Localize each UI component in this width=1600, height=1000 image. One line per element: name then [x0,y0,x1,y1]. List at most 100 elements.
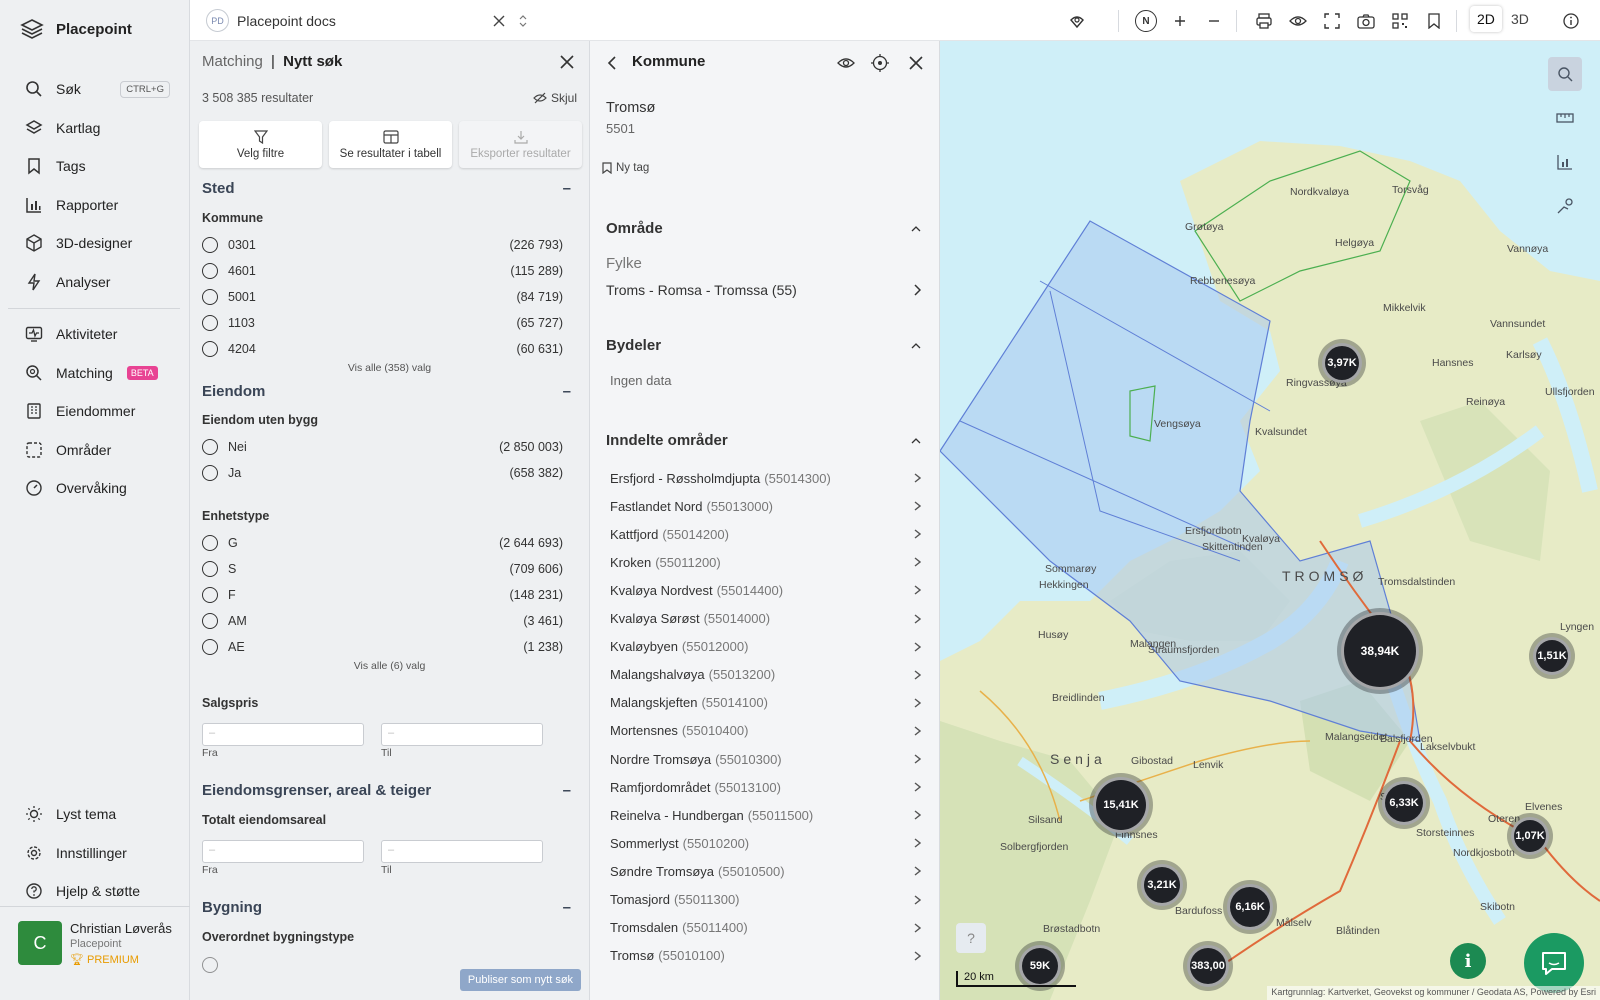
map-canvas[interactable]: Nordkvaløya Grøtøya Torsvåg Helgøya Vannøya R… [940,41,1600,1000]
radio-circle[interactable] [202,613,218,629]
area-list-item[interactable]: Kvaløybyen (55012000) [610,633,921,661]
map-cluster-marker[interactable]: 383,00 [1187,945,1229,987]
close-icon[interactable] [557,52,577,72]
show-all-link[interactable]: Vis alle (6) valg [190,660,589,672]
sidebar-item-innstillinger[interactable]: Innstillinger [0,834,190,873]
sidebar-item-omrader[interactable]: Områder [0,431,190,470]
print-icon[interactable] [1253,10,1275,32]
eye-icon[interactable] [1287,10,1309,32]
info-icon[interactable] [1560,10,1582,32]
radio-option[interactable]: 0301 (226 793) [202,235,563,255]
hide-button[interactable]: Skjul [533,91,577,105]
map-help-button[interactable]: ? [956,923,986,953]
workspace-selector[interactable]: PD Placepoint docs [206,9,336,32]
radio-circle[interactable] [202,465,218,481]
radio-option[interactable]: 4601 (115 289) [202,261,563,281]
radio-option[interactable]: S (709 606) [202,559,563,579]
area-list-item[interactable]: Malangskjeften (55014100) [610,689,921,717]
radio-option[interactable]: AM (3 461) [202,611,563,631]
radio-circle[interactable] [202,439,218,455]
radio-option[interactable]: Nei (2 850 003) [202,437,563,457]
qr-code-icon[interactable] [1389,10,1411,32]
compass-north-icon[interactable]: N [1135,10,1157,32]
area-list-item[interactable]: Tromsdalen (55011400) [610,914,921,942]
section-bygning[interactable]: Bygning – [202,899,571,916]
sidebar-item-hjelp[interactable]: Hjelp & støtte [0,872,190,911]
eye-icon[interactable] [836,53,856,73]
salgspris-to-input[interactable]: – [381,723,543,746]
area-list-item[interactable]: Tromsø (55010100) [610,942,921,970]
section-omrade[interactable]: Område [606,220,921,237]
bookmark-icon[interactable] [1423,10,1445,32]
section-sted[interactable]: Sted – [202,180,571,197]
mode-3d-button[interactable]: 3D [1504,6,1536,32]
areal-to-input[interactable]: – [381,840,543,863]
area-list-item[interactable]: Malangshalvøya (55013200) [610,661,921,689]
collapse-icon[interactable]: – [563,899,571,916]
show-all-link[interactable]: Vis alle (358) valg [190,362,589,374]
chart-tool-icon[interactable] [1548,145,1582,179]
radio-option[interactable]: 5001 (84 719) [202,287,563,307]
close-icon[interactable] [906,53,926,73]
map-cluster-marker[interactable]: 3,21K [1141,864,1183,906]
sidebar-item-tags[interactable]: Tags [0,147,190,186]
camera-icon[interactable] [1355,10,1377,32]
area-list-item[interactable]: Kroken (55011200) [610,548,921,576]
publish-search-button[interactable]: Publiser som nytt søk [460,969,581,991]
map-cluster-marker[interactable]: 38,94K [1341,612,1419,690]
sidebar-item-kartlag[interactable]: Kartlag [0,109,190,148]
radio-circle[interactable] [202,263,218,279]
map-search-tool-icon[interactable] [1548,57,1582,91]
radio-option[interactable]: Ja (658 382) [202,463,563,483]
radio-circle[interactable] [202,315,218,331]
collapse-icon[interactable]: – [563,180,571,197]
area-list-item[interactable]: Søndre Tromsøya (55010500) [610,857,921,885]
area-list-item[interactable]: Ersfjord - Røssholmdjupta (55014300) [610,464,921,492]
chat-button[interactable] [1524,933,1584,993]
show-table-button[interactable]: Se resultater i tabell [329,121,452,168]
section-eiendom[interactable]: Eiendom – [202,383,571,400]
map-layers-icon[interactable] [1066,10,1088,32]
radio-circle[interactable] [202,587,218,603]
salgspris-from-input[interactable]: – [202,723,364,746]
map-cluster-marker[interactable]: 1,51K [1533,637,1571,675]
radio-circle[interactable] [202,289,218,305]
radio-circle[interactable] [202,639,218,655]
radio-option[interactable]: F (148 231) [202,585,563,605]
sidebar-item-analyser[interactable]: Analyser [0,263,190,302]
sidebar-item-3d-designer[interactable]: 3D-designer [0,224,190,263]
chevron-up-icon[interactable] [911,225,921,232]
brand[interactable]: Placepoint [20,18,132,40]
locate-icon[interactable] [870,53,890,73]
area-list-item[interactable]: Mortensnes (55010400) [610,717,921,745]
area-list-item[interactable]: Tomasjord (55011300) [610,886,921,914]
export-results-button[interactable]: Eksporter resultater [459,121,582,168]
sidebar-item-matching[interactable]: Matching BETA [0,354,190,393]
radio-circle[interactable] [202,341,218,357]
sidebar-item-aktiviteter[interactable]: Aktiviteter [0,315,190,354]
mode-2d-button[interactable]: 2D [1470,6,1502,32]
areal-from-input[interactable]: – [202,840,364,863]
area-list-item[interactable]: Ramfjordområdet (55013100) [610,773,921,801]
info-button[interactable]: i [1450,943,1486,979]
chevron-updown-icon[interactable] [512,10,534,32]
area-list-item[interactable]: Kvaløya Sørøst (55014000) [610,605,921,633]
clear-workspace-icon[interactable] [488,10,510,32]
area-list-item[interactable]: Nordre Tromsøya (55010300) [610,745,921,773]
radio-circle[interactable] [202,561,218,577]
radio-option[interactable]: AE (1 238) [202,637,563,657]
map-cluster-marker[interactable]: 6,16K [1227,884,1273,930]
choose-filters-button[interactable]: Velg filtre [199,121,322,168]
radio-option[interactable]: 1103 (65 727) [202,313,563,333]
area-list-item[interactable]: Kvaløya Nordvest (55014400) [610,576,921,604]
map-cluster-marker[interactable]: 15,41K [1093,777,1149,833]
back-icon[interactable] [602,53,622,73]
route-tool-icon[interactable] [1548,189,1582,223]
map-cluster-marker[interactable]: 1,07K [1511,817,1549,855]
area-list-item[interactable]: Kattfjord (55014200) [610,520,921,548]
radio-circle[interactable] [202,237,218,253]
area-list-item[interactable]: Reinelva - Hundbergan (55011500) [610,801,921,829]
radio-circle[interactable] [202,957,218,973]
chevron-up-icon[interactable] [911,342,921,349]
user-profile[interactable]: C Christian Løverås Placepoint 🏆︎ PREMIU… [0,906,190,1000]
